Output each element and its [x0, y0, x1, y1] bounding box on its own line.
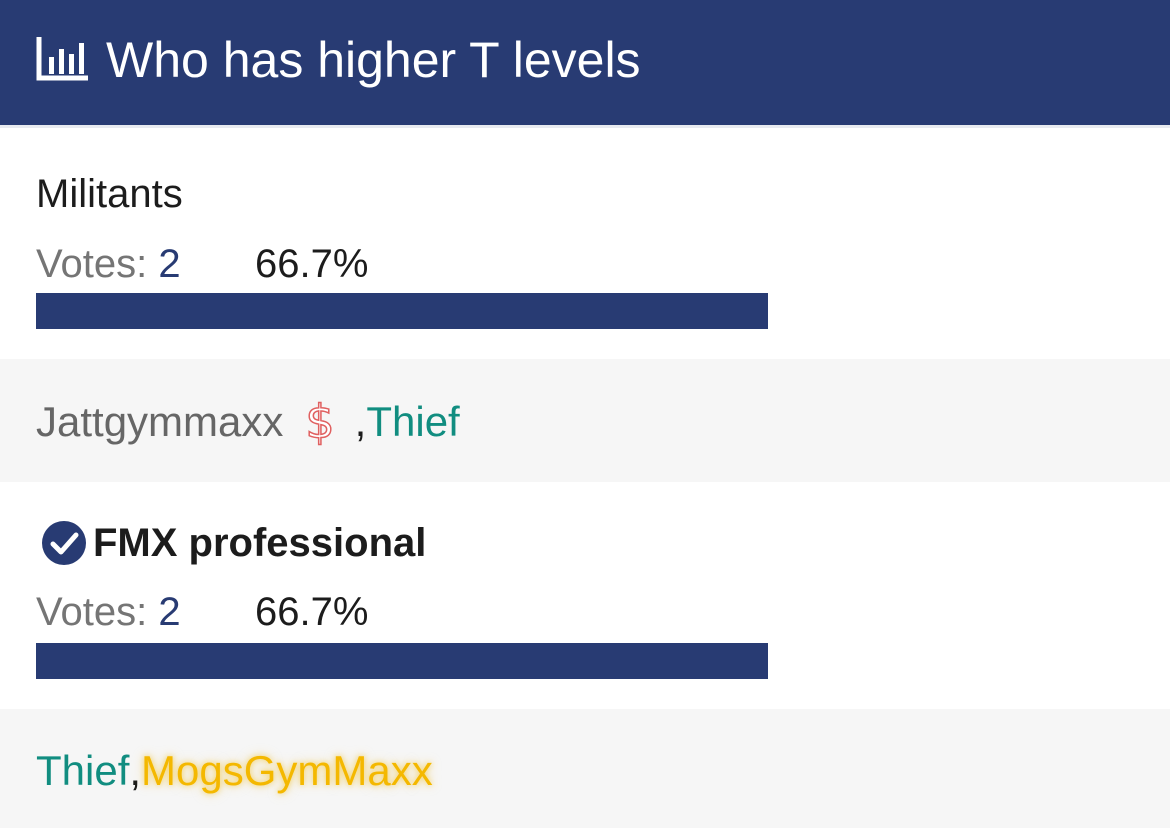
option-label-text: Militants — [36, 172, 183, 216]
poll-option[interactable]: Militants Votes: 2 66.7% — [0, 128, 1170, 359]
voter-separator: , — [129, 747, 142, 794]
vote-bar-fill — [36, 643, 769, 679]
voters-list: Thief , MogsGymMaxx — [0, 709, 1170, 828]
poll-title: Who has higher T levels — [106, 31, 641, 88]
voter-link[interactable]: MogsGymMaxx — [141, 747, 433, 795]
voter-link[interactable]: Thief — [36, 747, 129, 795]
voter-separator: , — [354, 398, 367, 445]
poll-option[interactable]: FMX professional Votes: 2 66.7% — [0, 482, 1170, 709]
option-stats: Votes: 2 66.7% — [36, 590, 636, 640]
voters-line: Thief , MogsGymMaxx — [36, 747, 433, 795]
vote-bar — [36, 293, 1134, 329]
votes-count[interactable]: 2 — [158, 242, 180, 286]
voters-line: Jattgymmaxx $ , Thief — [36, 394, 460, 450]
poll-header: Who has higher T levels — [0, 0, 1170, 128]
votes-label: Votes: — [36, 242, 148, 286]
votes-label: Votes: — [36, 590, 148, 634]
option-stats: Votes: 2 66.7% — [36, 242, 636, 292]
vote-bar-fill — [36, 293, 769, 329]
check-circle-icon — [42, 521, 86, 565]
option-label: FMX professional — [36, 520, 426, 566]
vote-bar — [36, 643, 1134, 679]
voter-link[interactable]: Thief — [366, 398, 459, 446]
vote-percent: 66.7% — [255, 242, 369, 286]
option-label: Militants — [36, 172, 183, 217]
votes-count[interactable]: 2 — [158, 590, 180, 634]
vote-percent: 66.7% — [255, 590, 369, 634]
voters-list: Jattgymmaxx $ , Thief — [0, 359, 1170, 482]
dollar-icon: $ — [305, 394, 336, 450]
voter-link[interactable]: Jattgymmaxx — [36, 398, 283, 446]
option-label-text: FMX professional — [93, 520, 427, 565]
bar-chart-icon — [36, 36, 88, 80]
